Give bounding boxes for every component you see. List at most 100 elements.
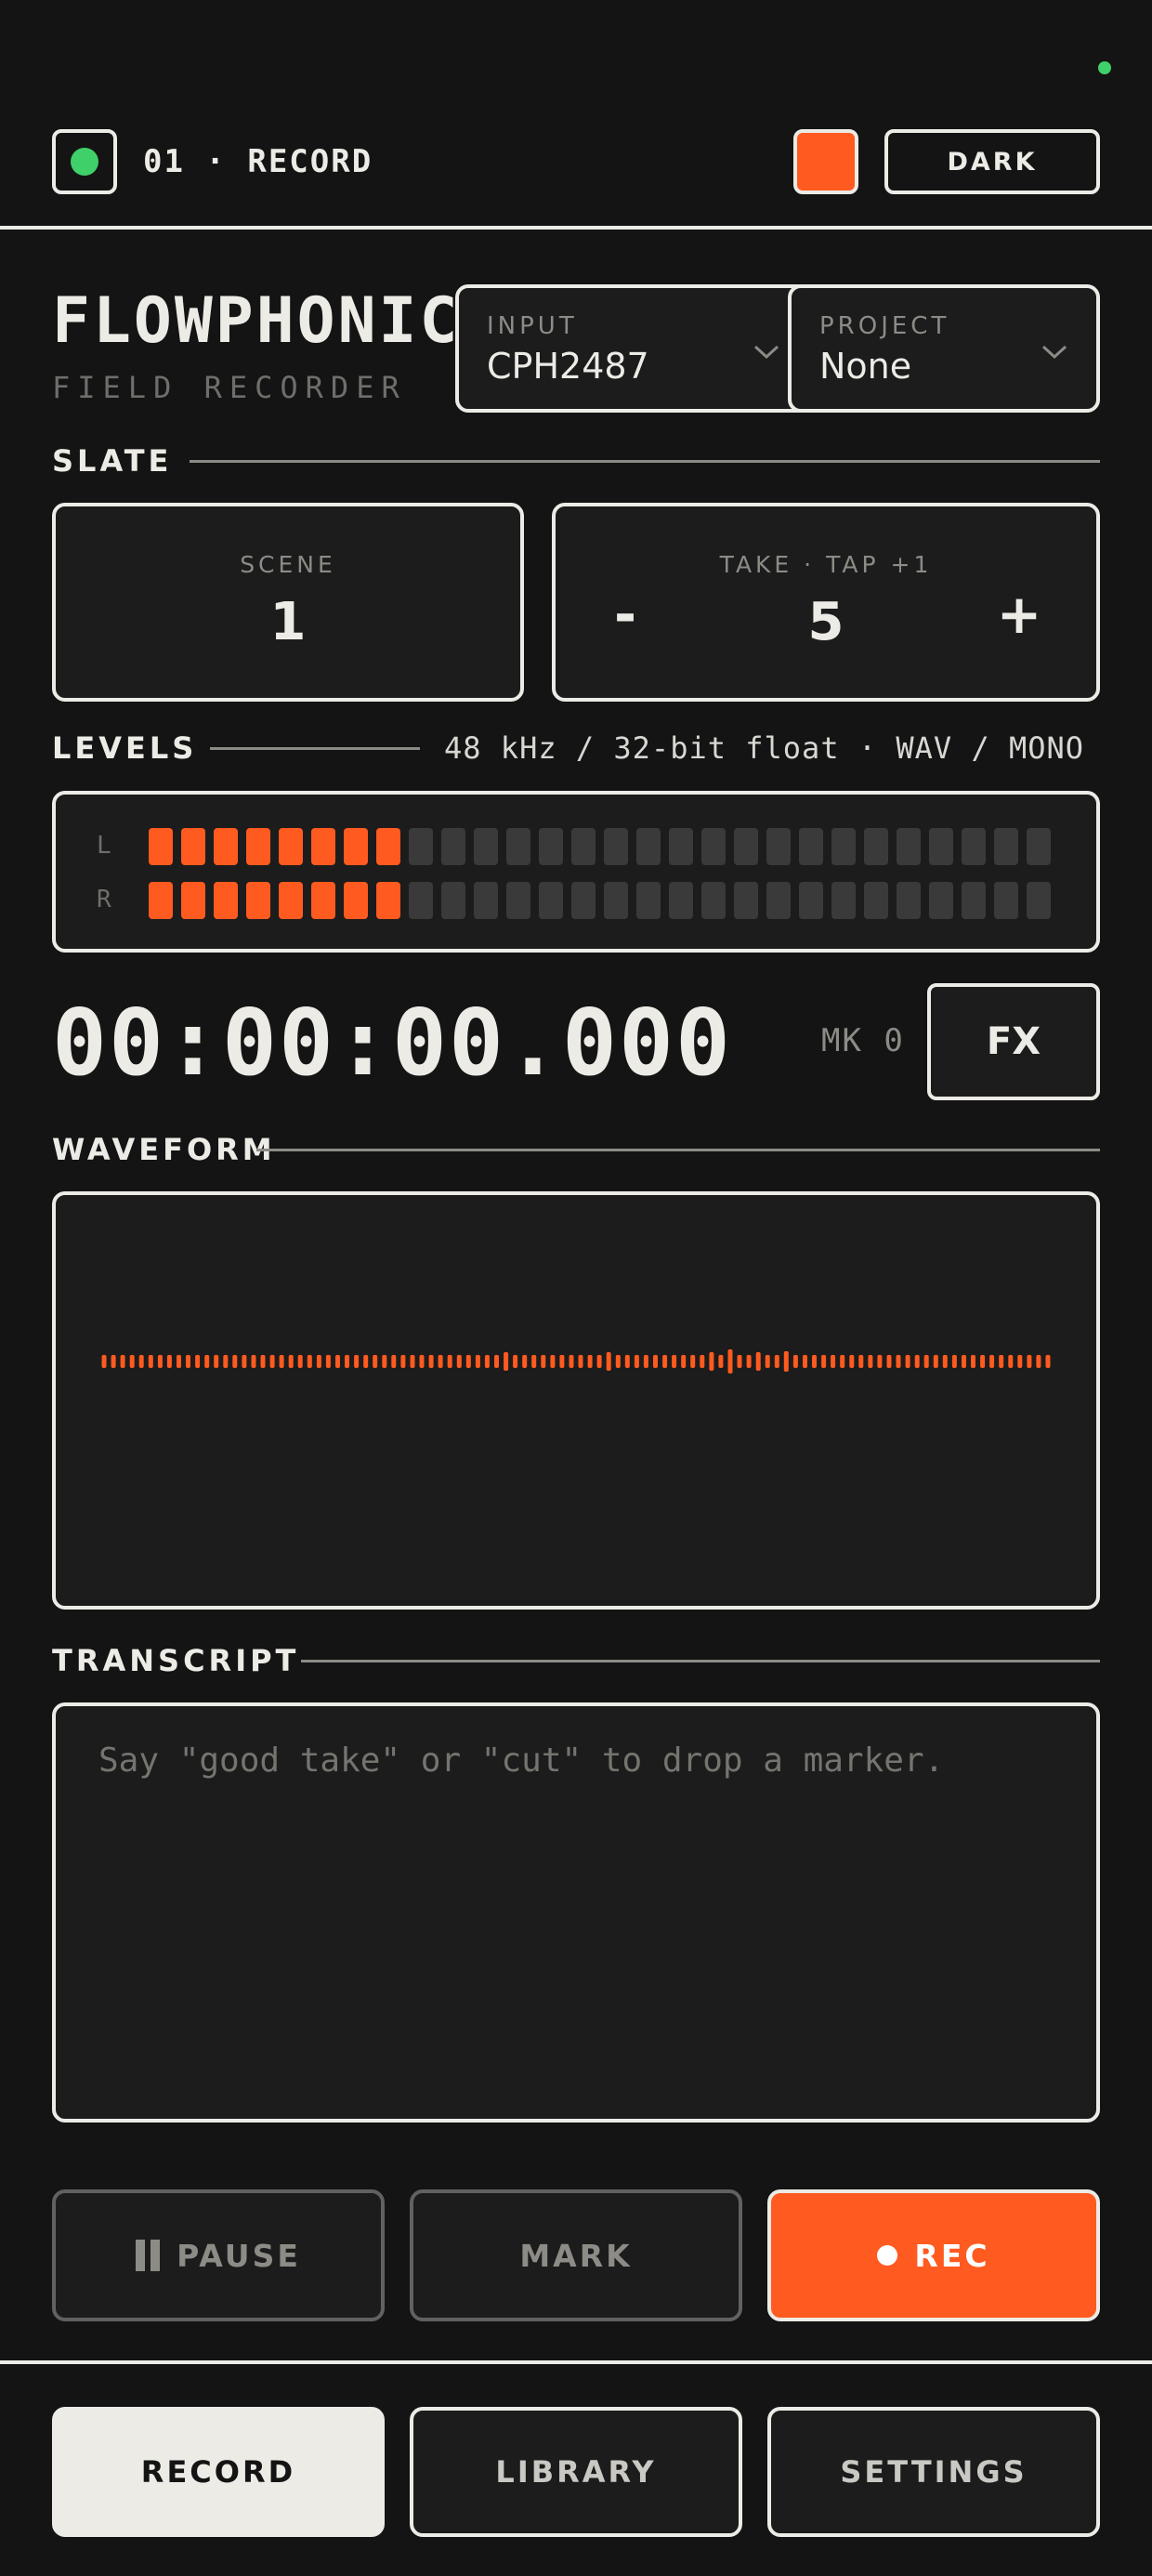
meter-segment [506,828,530,865]
waveform-bar [232,1355,238,1368]
meter-segment [929,828,953,865]
status-indicator-dot [1098,61,1111,74]
section-title: SLATE [52,443,173,479]
waveform-bar [634,1355,639,1368]
waveform-bar [681,1355,687,1368]
transcript-placeholder: Say "good take" or "cut" to drop a marke… [98,1741,945,1780]
waveform-bar [1045,1355,1051,1368]
waveform-bar [989,1355,995,1368]
meter-segment [409,882,433,919]
left-channel-label: L [97,832,111,860]
section-title: WAVEFORM [52,1132,276,1167]
nav-tab-record[interactable]: RECORD [52,2407,385,2537]
level-meter: L R [52,791,1100,953]
waveform-bar [803,1355,807,1368]
waveform-bar [177,1355,181,1368]
meter-segment [539,882,563,919]
section-title: TRANSCRIPT [52,1643,300,1678]
pause-icon [136,2240,161,2271]
waveform-bar [615,1355,621,1368]
transcript-area[interactable]: Say "good take" or "cut" to drop a marke… [52,1702,1100,2123]
meter-segment [181,828,205,865]
waveform-bar [896,1355,901,1368]
waveform-bar [166,1355,172,1368]
waveform-bar [382,1355,387,1368]
waveform-bar [849,1355,855,1368]
section-title: LEVELS [52,730,198,766]
fx-button[interactable]: FX [927,983,1100,1100]
page-title: 01 · RECORD [143,143,373,180]
waveform-bar [447,1355,452,1368]
waveform-bar [541,1355,546,1368]
pause-button[interactable]: PAUSE [52,2189,385,2321]
levels-section-header: LEVELS [52,729,197,767]
meter-segment [571,882,596,919]
waveform-bar [345,1355,349,1368]
waveform-bar [260,1355,266,1368]
waveform-graph [101,1349,1051,1373]
meter-segment [311,828,335,865]
record-status-indicator [52,129,117,194]
input-select[interactable]: INPUT CPH2487 [455,284,812,413]
meter-segment [604,882,628,919]
meter-segment [962,882,986,919]
section-divider [210,747,420,750]
app-name: FLOWPHONIC [52,284,461,358]
take-counter[interactable]: TAKE · TAP +1 5 - + [552,503,1100,702]
project-select-label: PROJECT [819,312,950,340]
mark-button[interactable]: MARK [410,2189,742,2321]
waveform-bar [129,1355,135,1368]
waveform-bar [700,1355,705,1368]
waveform-bar [195,1355,201,1368]
meter-segment [766,828,791,865]
scene-field[interactable]: SCENE 1 [52,503,524,702]
waveform-bar [186,1355,190,1368]
chevron-down-icon [753,345,779,360]
theme-toggle-button[interactable]: DARK [884,129,1100,194]
waveform-bar [307,1355,312,1368]
meter-segment [766,882,791,919]
waveform-bar [410,1355,415,1368]
scene-label: SCENE [240,551,336,578]
waveform-bar [672,1355,677,1368]
meter-segment [1027,882,1051,919]
meter-segment [376,882,400,919]
waveform-bar [951,1355,957,1368]
waveform-bar [868,1355,873,1368]
meter-segment [994,882,1018,919]
take-increment-button[interactable]: + [987,577,1052,651]
nav-divider [0,2360,1152,2364]
nav-tab-library[interactable]: LIBRARY [410,2407,742,2537]
waveform-bar [279,1355,284,1368]
pause-button-label: PAUSE [177,2237,301,2274]
waveform-bar [783,1351,789,1372]
waveform-bar [1008,1355,1014,1368]
waveform-bar [840,1355,845,1368]
waveform-bar [269,1355,275,1368]
waveform-bar [923,1355,929,1368]
meter-segment [831,882,856,919]
project-select[interactable]: PROJECT None [788,284,1100,413]
meter-segment [246,882,270,919]
waveform-bar [504,1352,509,1371]
waveform-bar [111,1355,116,1368]
waveform-bar [812,1355,817,1368]
waveform-bar [980,1355,986,1368]
waveform-bar [755,1352,761,1371]
waveform-bar [942,1355,948,1368]
accent-color-swatch[interactable] [793,129,858,194]
meter-segment [571,828,596,865]
header-divider [0,226,1152,230]
take-decrement-button[interactable]: - [593,577,658,651]
nav-tab-settings[interactable]: SETTINGS [767,2407,1100,2537]
waveform-bar [792,1355,798,1368]
waveform-bar [596,1355,602,1368]
meter-segment [311,882,335,919]
waveform-bar [120,1355,125,1368]
meter-segment [474,828,498,865]
record-button[interactable]: REC [767,2189,1100,2321]
left-channel-meter [149,828,1051,865]
waveform-bar [531,1355,537,1368]
waveform-bar [962,1355,966,1368]
waveform-bar [690,1355,696,1368]
